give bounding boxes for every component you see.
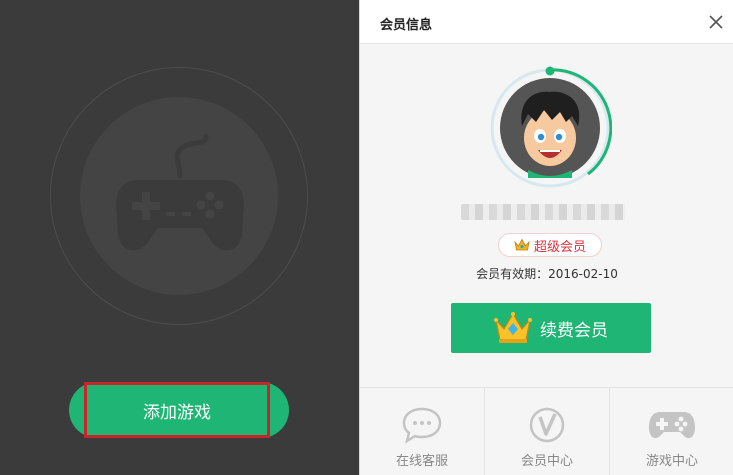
vip-label: 超级会员 (533, 239, 586, 255)
gamepad-placeholder-icon (116, 133, 244, 251)
renew-membership-button[interactable]: 续费会员 (451, 303, 651, 353)
nav-member-center[interactable]: 会员中心 (485, 388, 610, 475)
nav-game-center[interactable]: 游戏中心 (610, 388, 733, 475)
panel-header: 会员信息 (360, 0, 733, 44)
avatar (490, 66, 612, 188)
membership-expiry: 会员有效期：2016-02-10 (476, 267, 618, 281)
crown-icon (514, 238, 530, 251)
chat-bubble-icon (402, 407, 442, 444)
renew-label: 续费会员 (540, 320, 608, 341)
username-redacted (461, 204, 625, 220)
left-panel: 添加游戏 (0, 0, 359, 475)
nav-label: 会员中心 (520, 454, 573, 469)
panel-title: 会员信息 (380, 18, 433, 33)
vip-badge: 超级会员 (498, 233, 602, 257)
gamepad-icon (649, 412, 695, 439)
add-game-button[interactable]: 添加游戏 (84, 382, 270, 438)
member-info-panel: 会员信息 超级会员 会员有效期：2016-02-10 续费会员 在线客服 会员中… (359, 0, 733, 475)
nav-online-support[interactable]: 在线客服 (360, 388, 485, 475)
vip-v-icon (529, 407, 565, 443)
crown-icon (494, 312, 532, 343)
close-icon (709, 15, 723, 29)
bottom-nav: 在线客服 会员中心 游戏中心 (360, 387, 733, 475)
nav-label: 游戏中心 (645, 454, 698, 469)
nav-label: 在线客服 (395, 454, 448, 469)
close-button[interactable] (704, 10, 728, 34)
